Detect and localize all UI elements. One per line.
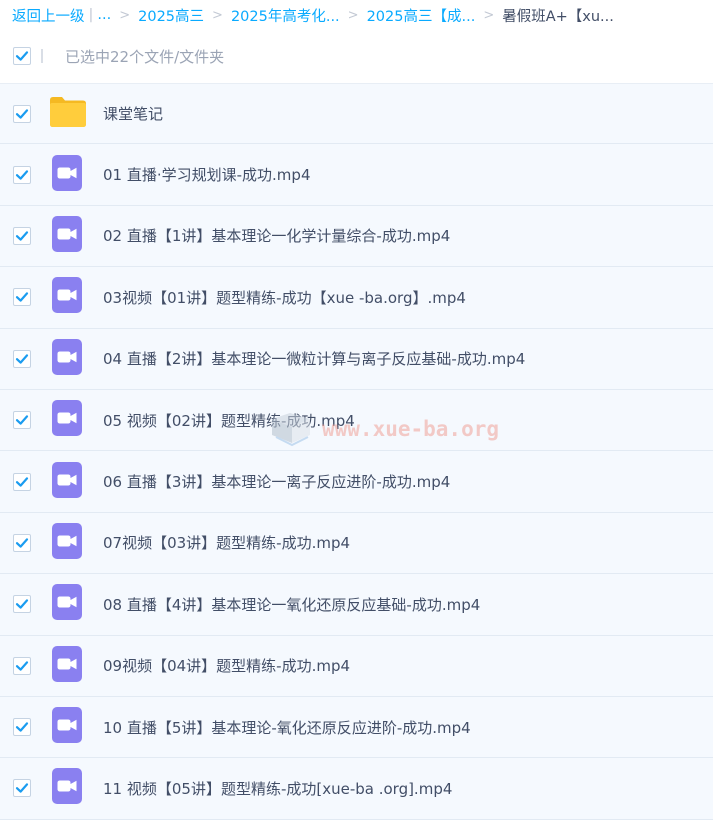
row-checkbox[interactable] [13,411,31,430]
row-checkbox[interactable] [13,595,31,614]
video-file-icon [52,584,82,621]
row-checkbox[interactable] [13,288,31,307]
selection-count-text: 已选中22个文件/文件夹 [65,47,225,66]
row-checkbox[interactable] [13,226,31,245]
folder-row[interactable]: 课堂笔记 [0,83,713,145]
video-file-icon [52,277,82,314]
row-checkbox[interactable] [13,718,31,737]
breadcrumb-item[interactable]: 2025高三 [138,5,204,26]
check-icon [15,354,29,364]
breadcrumb-separator: > [347,7,359,23]
file-name[interactable]: 07视频【03讲】题型精练-成功.mp4 [103,532,350,553]
video-file-icon [52,461,82,502]
video-file-icon [52,522,82,559]
check-icon [15,51,29,61]
divider [41,49,43,63]
check-icon [15,661,29,671]
file-row[interactable]: 06 直播【3讲】基本理论一离子反应进阶-成功.mp4 [0,451,713,513]
selection-bar: 已选中22个文件/文件夹 [0,30,713,82]
video-file-icon [52,645,82,682]
file-name[interactable]: 02 直播【1讲】基本理论一化学计量综合-成功.mp4 [103,225,450,246]
file-name[interactable]: 04 直播【2讲】基本理论一微粒计算与离子反应基础-成功.mp4 [103,348,525,369]
row-checkbox[interactable] [13,656,31,675]
file-row[interactable]: 08 直播【4讲】基本理论一氧化还原反应基础-成功.mp4 [0,574,713,636]
check-icon [15,231,29,241]
video-file-icon [52,277,82,317]
video-file-icon [52,154,82,191]
file-list: 课堂笔记 01 直播·学习规划课-成功.mp4 02 直播【1讲】基本理论一化学计量… [0,83,713,820]
breadcrumb-separator: > [119,7,131,23]
folder-icon [50,96,86,127]
video-file-icon [52,522,82,563]
folder-icon [49,96,87,132]
select-all-checkbox[interactable] [13,47,31,65]
check-icon [15,783,29,794]
video-file-icon [52,707,82,747]
file-name[interactable]: 05 视频【02讲】题型精练-成功.mp4 [103,410,355,431]
breadcrumb-separator: > [212,7,223,23]
check-icon [15,169,29,180]
check-icon [15,722,29,732]
video-file-icon [52,768,82,805]
check-icon [15,415,29,425]
breadcrumb: 返回上一级 | ... > 2025高三 > 2025年高考化... > 202… [0,0,713,30]
row-checkbox[interactable] [13,779,31,798]
file-row[interactable]: 01 直播·学习规划课-成功.mp4 [0,144,713,206]
file-name[interactable]: 11 视频【05讲】题型精练-成功[xue-ba .org].mp4 [103,778,452,799]
row-checkbox[interactable] [13,104,31,123]
video-file-icon [52,338,82,379]
file-row[interactable]: 04 直播【2讲】基本理论一微粒计算与离子反应基础-成功.mp4 [0,328,713,390]
check-icon [15,599,29,610]
file-row[interactable]: 09视频【04讲】题型精练-成功.mp4 [0,635,713,697]
file-row[interactable]: 05 视频【02讲】题型精练-成功.mp4 [0,389,713,452]
breadcrumb-pipe: | [88,7,94,23]
check-icon [15,538,29,548]
breadcrumb-ellipsis[interactable]: ... [97,7,111,23]
row-checkbox[interactable] [13,533,31,552]
breadcrumb-item[interactable]: 2025高三【成... [367,5,476,26]
video-file-icon [52,461,82,498]
video-file-icon [52,215,82,256]
file-name[interactable]: 课堂笔记 [103,103,163,124]
breadcrumb-current: 暑假班A+【xu... [502,8,614,25]
file-name[interactable]: 08 直播【4讲】基本理论一氧化还原反应基础-成功.mp4 [103,594,480,615]
video-file-icon [52,400,82,437]
file-row[interactable]: 10 直播【5讲】基本理论-氧化还原反应进阶-成功.mp4 [0,696,713,759]
back-link[interactable]: 返回上一级 [12,5,85,26]
video-file-icon [52,400,82,440]
file-row[interactable]: 03视频【01讲】题型精练-成功【xue -ba.org】.mp4 [0,267,713,329]
video-file-icon [52,645,82,686]
file-name[interactable]: 03视频【01讲】题型精练-成功【xue -ba.org】.mp4 [103,287,466,308]
check-icon [15,292,29,303]
video-file-icon [52,768,82,808]
file-name[interactable]: 06 直播【3讲】基本理论一离子反应进阶-成功.mp4 [103,471,450,492]
breadcrumb-item[interactable]: 2025年高考化... [231,5,340,26]
row-checkbox[interactable] [13,472,31,491]
video-file-icon [52,154,82,195]
file-name[interactable]: 01 直播·学习规划课-成功.mp4 [103,164,310,185]
row-checkbox[interactable] [13,165,31,184]
breadcrumb-separator: > [483,7,495,23]
video-file-icon [52,707,82,744]
file-row[interactable]: 02 直播【1讲】基本理论一化学计量综合-成功.mp4 [0,205,713,268]
check-icon [15,476,29,487]
video-file-icon [52,215,82,252]
file-row[interactable]: 11 视频【05讲】题型精练-成功[xue-ba .org].mp4 [0,758,713,820]
file-row[interactable]: 07视频【03讲】题型精练-成功.mp4 [0,512,713,575]
video-file-icon [52,338,82,375]
check-icon [15,108,29,119]
video-file-icon [52,584,82,624]
file-name[interactable]: 09视频【04讲】题型精练-成功.mp4 [103,655,350,676]
file-name[interactable]: 10 直播【5讲】基本理论-氧化还原反应进阶-成功.mp4 [103,717,471,738]
row-checkbox[interactable] [13,349,31,368]
